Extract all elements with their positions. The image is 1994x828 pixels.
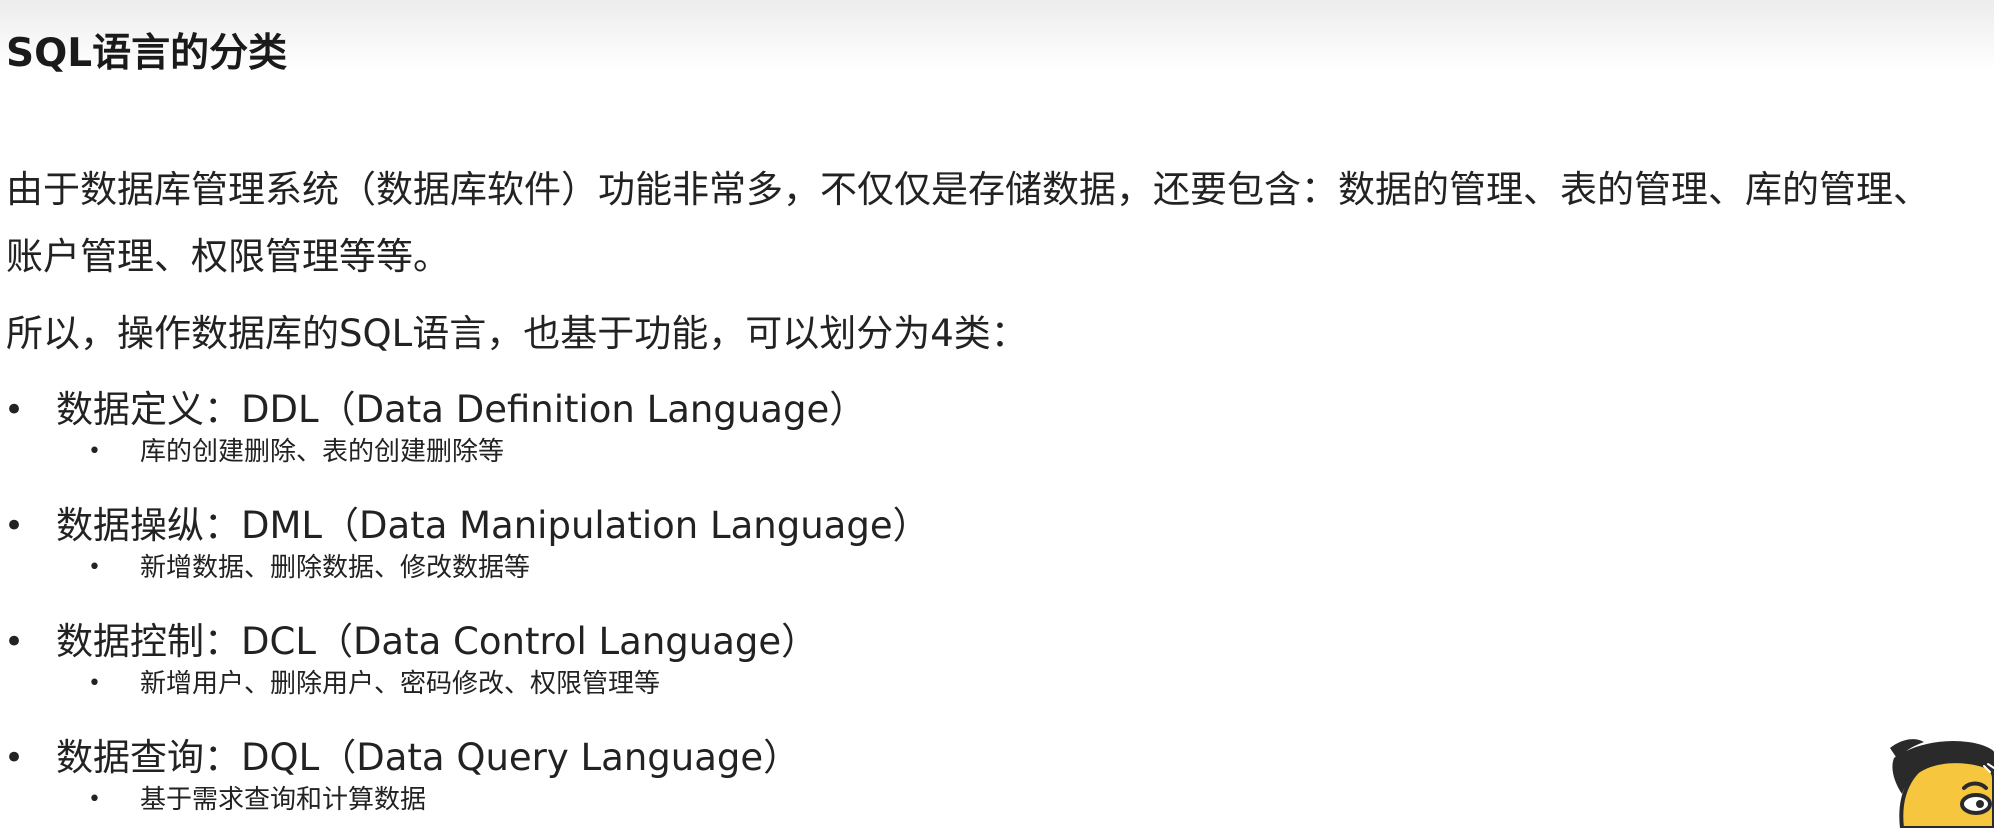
sql-category-list: • 数据定义：DDL（Data Definition Language） • 库… <box>0 378 1800 828</box>
bullet-icon: • <box>4 738 25 778</box>
bullet-icon: • <box>4 622 25 662</box>
page-title: SQL语言的分类 <box>6 31 288 76</box>
category-detail: 新增数据、删除数据、修改数据等 <box>140 553 531 583</box>
category-detail: 基于需求查询和计算数据 <box>140 785 427 815</box>
category-detail: 库的创建删除、表的创建删除等 <box>140 437 505 467</box>
category-ddl: • 数据定义：DDL（Data Definition Language） • 库… <box>0 378 1800 494</box>
sub-bullet-icon: • <box>88 787 101 812</box>
category-detail: 新增用户、删除用户、密码修改、权限管理等 <box>140 669 661 699</box>
sub-bullet-icon: • <box>88 555 101 580</box>
sub-bullet-icon: • <box>88 439 101 464</box>
bullet-icon: • <box>4 506 25 546</box>
bullet-icon: • <box>4 390 25 430</box>
category-dcl: • 数据控制：DCL（Data Control Language） • 新增用户… <box>0 610 1800 726</box>
mascot-icon <box>1890 739 1994 828</box>
classification-paragraph: 所以，操作数据库的SQL语言，也基于功能，可以划分为4类： <box>6 312 1028 355</box>
category-dql: • 数据查询：DQL（Data Query Language） • 基于需求查询… <box>0 726 1800 828</box>
category-dml: • 数据操纵：DML（Data Manipulation Language） •… <box>0 494 1800 610</box>
sub-bullet-icon: • <box>88 671 101 696</box>
slide-header-shade <box>0 0 1994 70</box>
intro-paragraph: 由于数据库管理系统（数据库软件）功能非常多，不仅仅是存储数据，还要包含：数据的管… <box>6 168 1930 278</box>
